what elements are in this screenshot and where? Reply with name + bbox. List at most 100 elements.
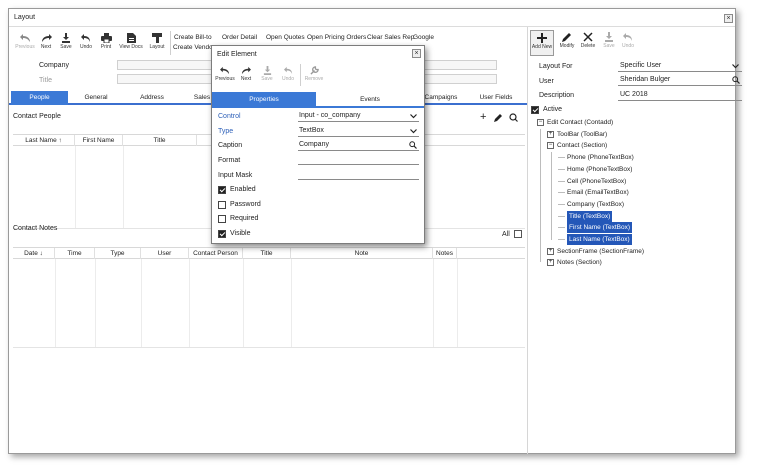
column-title[interactable]: Title <box>123 135 197 146</box>
all-filter-checkbox[interactable] <box>514 230 522 238</box>
tree-expander-icon[interactable]: − <box>547 142 554 150</box>
tree-item[interactable]: Phone (PhoneTextBox) <box>567 152 634 163</box>
tree-item[interactable]: Cell (PhoneTextBox) <box>567 176 626 187</box>
modify-button[interactable]: Modify <box>556 32 578 49</box>
save-button[interactable]: Save <box>56 33 76 50</box>
next-button[interactable]: Next <box>36 33 56 50</box>
modify-label: Modify <box>559 43 575 49</box>
column-first-name[interactable]: First Name <box>75 135 123 146</box>
undo-button[interactable]: Undo <box>76 33 96 50</box>
tree-item[interactable]: Edit Contact (Contadd) <box>547 117 613 128</box>
tab-people[interactable]: People <box>11 91 68 105</box>
tree-item[interactable]: First Name (TextBox) <box>567 222 633 234</box>
grid-divider <box>123 146 124 228</box>
tab-general[interactable]: General <box>71 91 121 105</box>
dialog-titlebar: Edit Element × <box>212 46 424 62</box>
column-contact-person[interactable]: Contact Person <box>189 248 243 259</box>
tree-connector <box>558 192 565 194</box>
tree-item[interactable]: Company (TextBox) <box>567 199 624 210</box>
create-billto-link[interactable]: Create Bill-to <box>174 34 212 41</box>
input-mask-label: Input Mask <box>218 172 253 179</box>
dialog-undo-button[interactable]: Undo <box>279 66 297 82</box>
tree-item[interactable]: Home (PhoneTextBox) <box>567 164 632 175</box>
control-select[interactable]: Input - co_company <box>298 111 419 122</box>
dialog-save-button[interactable]: Save <box>258 66 276 82</box>
tree-item[interactable]: Contact (Section) <box>557 140 607 151</box>
order-detail-link[interactable]: Order Detail <box>222 34 257 41</box>
column-last-name[interactable]: Last Name ↑ <box>13 135 75 146</box>
tree-connector <box>558 157 565 159</box>
enabled-checkbox[interactable] <box>218 186 226 194</box>
input-mask-field[interactable] <box>298 169 419 180</box>
grid-divider <box>291 259 292 347</box>
grid-divider <box>189 259 190 347</box>
print-button[interactable]: Print <box>96 33 116 50</box>
description-field[interactable]: UC 2018 <box>618 90 742 101</box>
description-label: Description <box>539 92 575 99</box>
chevron-down-icon <box>410 114 417 119</box>
delete-label: Delete <box>580 43 596 49</box>
tree-item[interactable]: Email (EmailTextBox) <box>567 187 629 198</box>
search-icon[interactable] <box>732 76 740 84</box>
window-close-button[interactable]: × <box>724 14 733 23</box>
caption-field[interactable]: Company <box>298 140 419 151</box>
column-user[interactable]: User <box>141 248 189 259</box>
search-icon[interactable] <box>508 113 518 122</box>
toolbar-separator <box>170 31 171 55</box>
dialog-close-button[interactable]: × <box>412 49 421 58</box>
add-new-button[interactable]: Add New <box>530 30 554 56</box>
visible-checkbox[interactable] <box>218 230 226 238</box>
column-note[interactable]: Note <box>291 248 433 259</box>
right-save-button[interactable]: Save <box>600 32 618 49</box>
tab-properties[interactable]: Properties <box>212 92 316 108</box>
column-time[interactable]: Time <box>55 248 95 259</box>
create-vendor-link[interactable]: Create Vendor <box>173 44 215 51</box>
column-type[interactable]: Type <box>95 248 141 259</box>
view-docs-button[interactable]: View Docs <box>117 33 145 50</box>
caption-value: Company <box>299 141 329 148</box>
type-select[interactable]: TextBox <box>298 126 419 137</box>
chevron-down-icon <box>732 64 739 69</box>
dialog-remove-button[interactable]: Remove <box>303 66 325 82</box>
format-field[interactable] <box>298 154 419 165</box>
tree-item[interactable]: Last Name (TextBox) <box>567 234 632 245</box>
previous-button[interactable]: Previous <box>13 33 37 50</box>
add-icon[interactable]: + <box>480 112 486 123</box>
password-checkbox[interactable] <box>218 201 226 209</box>
edit-pencil-icon[interactable] <box>494 113 503 122</box>
tab-address[interactable]: Address <box>127 91 177 105</box>
enabled-label: Enabled <box>230 186 256 193</box>
open-pricing-orders-link[interactable]: Open Pricing Orders <box>307 34 366 41</box>
clear-sales-rep-link[interactable]: Clear Sales Rep <box>367 34 414 41</box>
tree-expander-icon[interactable]: + <box>547 130 554 138</box>
tree-expander-icon[interactable]: + <box>547 247 554 255</box>
layout-for-select[interactable]: Specific User <box>618 61 742 72</box>
grid-bottom-border <box>13 347 525 348</box>
column-date[interactable]: Date ↓ <box>13 248 55 259</box>
tree-item[interactable]: ToolBar (ToolBar) <box>557 129 607 140</box>
tree-expander-icon[interactable]: − <box>537 119 544 126</box>
required-checkbox[interactable] <box>218 215 226 223</box>
search-icon[interactable] <box>409 141 417 149</box>
open-quotes-link[interactable]: Open Quotes <box>266 34 305 41</box>
tree-item[interactable]: Notes (Section) <box>557 257 602 268</box>
tree-expander-icon[interactable]: + <box>547 259 554 267</box>
tree-item[interactable]: Title (TextBox) <box>567 210 613 222</box>
layout-for-label: Layout For <box>539 63 573 70</box>
dialog-next-button[interactable]: Next <box>237 66 255 82</box>
delete-button[interactable]: Delete <box>578 32 598 49</box>
tab-user-fields[interactable]: User Fields <box>471 91 521 105</box>
close-x-icon <box>583 32 593 42</box>
format-label: Format <box>218 157 241 164</box>
column-notes[interactable]: Notes <box>433 248 457 259</box>
tab-events[interactable]: Events <box>316 92 424 108</box>
active-checkbox[interactable] <box>531 106 539 114</box>
column-title[interactable]: Title <box>243 248 291 259</box>
tree-item[interactable]: SectionFrame (SectionFrame) <box>557 246 644 257</box>
google-link[interactable]: Google <box>413 34 434 41</box>
user-field[interactable]: Sheridan Bulger <box>618 75 742 86</box>
plus-icon <box>537 33 547 43</box>
dialog-previous-button[interactable]: Previous <box>214 66 236 82</box>
layout-button[interactable]: Layout <box>146 33 168 50</box>
right-undo-button[interactable]: Undo <box>619 32 637 49</box>
